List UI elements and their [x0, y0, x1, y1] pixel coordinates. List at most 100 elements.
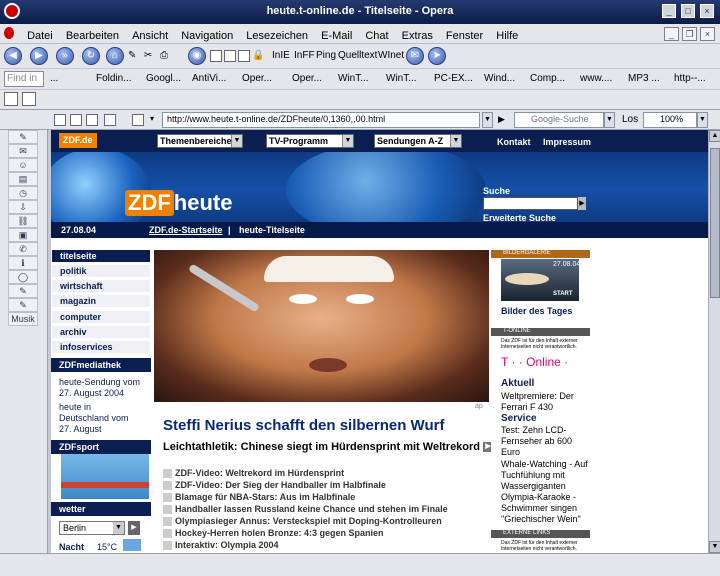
search-input[interactable]: Google-Suche [514, 112, 604, 128]
menu-hilfe[interactable]: Hilfe [490, 27, 522, 42]
subheadline-link[interactable]: Leichtathletik: Chinese siegt im Hürdens… [163, 441, 494, 453]
aktuell-link[interactable]: Weltpremiere: Der Ferrari F 430 [501, 391, 589, 413]
send-icon[interactable]: ➤ [428, 47, 446, 65]
checkbox-3-icon[interactable] [238, 50, 250, 62]
panel-bookmarks-icon[interactable]: ✎ [8, 130, 38, 144]
zdf-logo[interactable]: ZDF.de [59, 133, 97, 148]
site-search-button[interactable]: ▶ [578, 197, 586, 210]
close-button[interactable]: × [700, 4, 714, 18]
rowing-image[interactable] [61, 454, 149, 499]
chevron-down-icon[interactable]: ▾ [150, 114, 162, 126]
news-item[interactable]: Handballer lassen Russland keine Chance … [163, 504, 448, 515]
lock-icon[interactable]: 🔒 [252, 50, 264, 62]
sendungen-select[interactable]: Sendungen A-Z ▼ [374, 134, 462, 148]
panel-mail-icon[interactable]: ✉ [8, 144, 38, 158]
bookmark-item[interactable]: Oper... [242, 73, 272, 84]
panel-tab-2[interactable] [22, 92, 36, 106]
gallery-title-link[interactable]: Bilder des Tages [501, 306, 572, 317]
panel-tools-icon[interactable]: ✎ [8, 284, 38, 298]
gallery-image[interactable]: 27.08.04 START [501, 259, 580, 301]
news-item[interactable]: ZDF-Video: Weltrekord im Hürdensprint [163, 468, 344, 479]
mdi-close-button[interactable]: × [700, 27, 715, 41]
menu-ansicht[interactable]: Ansicht [126, 27, 172, 42]
bookmark-item[interactable]: WinT... [338, 73, 369, 84]
bookmark-item[interactable]: WinT... [386, 73, 417, 84]
tools-icon[interactable]: ✂ [144, 50, 156, 62]
mail-icon[interactable]: ✉ [406, 47, 424, 65]
toolbar-inie[interactable]: InIE [272, 50, 290, 61]
panel-chat-icon[interactable]: ✆ [8, 242, 38, 256]
toolbar-ping[interactable]: Ping [316, 50, 336, 61]
page-icon[interactable] [54, 114, 66, 126]
tonline-logo[interactable]: T · · Online · [501, 356, 568, 368]
find-input[interactable]: Find in [4, 71, 44, 87]
globe-icon[interactable]: ◉ [188, 47, 206, 65]
search-go-button[interactable]: Los [622, 114, 638, 125]
mdi-minimize-button[interactable]: _ [664, 27, 679, 41]
panel-links-icon[interactable]: ⛓ [8, 214, 38, 228]
panel-tab-1[interactable] [4, 92, 18, 106]
forward-fast-icon[interactable]: » [56, 47, 74, 65]
nav-computer[interactable]: computer [52, 311, 150, 324]
go-icon[interactable]: ▶ [498, 114, 510, 126]
toolbar-quelltext[interactable]: Quelltext [338, 50, 377, 61]
kontakt-link[interactable]: Kontakt [497, 137, 531, 147]
toolbar-winet[interactable]: WInet [378, 50, 404, 61]
scroll-up-icon[interactable]: ▲ [709, 130, 720, 142]
bookmark-item[interactable]: AntiVi... [192, 73, 226, 84]
tv-programm-select[interactable]: TV-Programm ▼ [266, 134, 354, 148]
zdfsport-heading[interactable]: ZDFsport [51, 440, 151, 454]
bookmark-item[interactable]: www.... [580, 73, 612, 84]
vertical-scrollbar[interactable]: ▲ ▼ [708, 130, 720, 553]
zoom-dropdown-icon[interactable]: ▼ [697, 112, 708, 128]
bookmark-item[interactable]: Comp... [530, 73, 565, 84]
bookmark-item[interactable]: ... [50, 73, 58, 84]
bookmark-item[interactable]: MP3 ... [628, 73, 660, 84]
menu-extras[interactable]: Extras [396, 27, 437, 42]
news-item[interactable]: ZDF-Video: Der Sieg der Handballer im Ha… [163, 480, 386, 491]
weather-city-select[interactable]: Berlin ▼ [59, 521, 125, 535]
nav-politik[interactable]: politik [52, 265, 150, 278]
mdi-restore-button[interactable]: ❐ [682, 27, 697, 41]
checkbox-1-icon[interactable] [210, 50, 222, 62]
panel-music-label[interactable]: Musik [8, 312, 38, 326]
panel-opera-icon[interactable]: ◯ [8, 270, 38, 284]
mediathek-link-2[interactable]: heute in Deutschland vom 27. August [59, 402, 139, 435]
panel-transfers-icon[interactable]: ⇩ [8, 200, 38, 214]
wand-icon[interactable]: ✎ [128, 50, 140, 62]
panel-windows-icon[interactable]: ▣ [8, 228, 38, 242]
nav-archiv[interactable]: archiv [52, 326, 150, 339]
nav-magazin[interactable]: magazin [52, 295, 150, 308]
menu-navigation[interactable]: Navigation [175, 27, 237, 42]
address-input[interactable]: http://www.heute.t-online.de/ZDFheute/0,… [162, 112, 480, 128]
bookmark-item[interactable]: PC-EX... [434, 73, 473, 84]
menu-chat[interactable]: Chat [359, 27, 392, 42]
print-icon[interactable]: ⎙ [160, 50, 172, 62]
nav-infoservices[interactable]: infoservices [52, 341, 150, 354]
zdfheute-brand[interactable]: ZDF heute [125, 190, 232, 216]
minimize-button[interactable]: _ [662, 4, 676, 18]
whale-link[interactable]: Whale-Watching - Auf Tuchfühlung mit Was… [501, 459, 589, 492]
breadcrumb-home-link[interactable]: ZDF.de-Startseite [149, 225, 223, 235]
nav-wirtschaft[interactable]: wirtschaft [52, 280, 150, 293]
bookmark-item[interactable]: Wind... [484, 73, 515, 84]
news-item[interactable]: Olympiasieger Annus: Versteckspiel mit D… [163, 516, 442, 527]
print-page-icon[interactable] [86, 114, 98, 126]
mediathek-link-1[interactable]: heute-Sendung vom 27. August 2004 [59, 377, 147, 399]
nav-titelseite[interactable]: titelseite [52, 250, 150, 263]
news-item[interactable]: Hockey-Herren holen Bronze: 4:3 gegen Sp… [163, 528, 384, 539]
bookmark-item[interactable]: http--... [674, 73, 706, 84]
menu-datei[interactable]: Datei [21, 27, 57, 42]
zoom-field[interactable]: 100% [643, 112, 697, 128]
edit-icon[interactable] [104, 114, 116, 126]
hero-image[interactable] [154, 250, 489, 402]
weather-go-button[interactable]: ▶ [128, 521, 140, 535]
view-icon[interactable] [132, 114, 144, 126]
panel-info-icon[interactable]: ℹ [8, 256, 38, 270]
gallery-start-button[interactable]: START [553, 291, 573, 297]
maximize-button[interactable]: □ [681, 4, 695, 18]
panel-notes-icon[interactable]: ▤ [8, 172, 38, 186]
reload-icon[interactable]: ↻ [82, 47, 100, 65]
scroll-thumb[interactable] [710, 148, 720, 298]
address-dropdown-icon[interactable]: ▼ [482, 112, 493, 128]
